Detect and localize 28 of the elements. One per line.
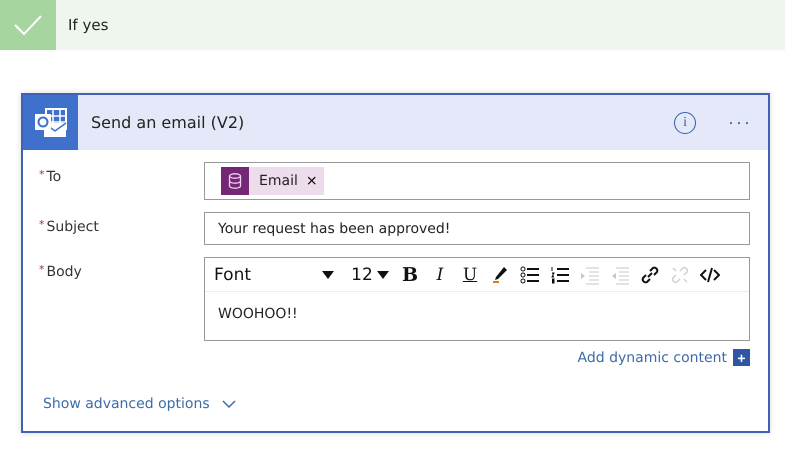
field-label: $^{*}$To [39, 167, 62, 187]
indent-icon [580, 264, 600, 284]
body-field[interactable]: Font 12 B I U WOOHOO!! [204, 257, 750, 341]
link-icon [640, 264, 660, 284]
remove-token-button[interactable]: × [306, 173, 324, 189]
pen-icon [490, 264, 510, 284]
add-dynamic-content-link[interactable]: Add dynamic content [578, 350, 727, 366]
dropdown-arrow-icon [322, 270, 334, 278]
database-icon [228, 173, 242, 189]
email-token[interactable]: Email × [221, 167, 324, 195]
bulleted-list-icon [520, 264, 540, 284]
branch-title: If yes [68, 16, 108, 34]
chevron-down-icon [222, 400, 236, 408]
more-button[interactable]: ··· [726, 112, 754, 133]
recipient-field[interactable]: Email × [204, 162, 750, 200]
broken-link-icon [670, 264, 690, 284]
subject-field[interactable]: Your request has been approved! [204, 212, 750, 245]
checkmark-icon [13, 14, 43, 36]
info-button[interactable]: i [674, 112, 696, 134]
action-title: Send an email (V2) [91, 113, 246, 132]
add-button[interactable]: + [733, 349, 750, 366]
numbered-list-icon [550, 264, 570, 284]
body-editor[interactable]: WOOHOO!! [205, 292, 749, 336]
field-label: $^{*}$Subject [39, 217, 100, 237]
outdent-icon [610, 264, 630, 284]
field-label: $^{*}$Body [39, 262, 83, 282]
advanced-options-toggle[interactable]: Show advanced options [43, 396, 236, 412]
mail-app-icon [34, 106, 68, 138]
